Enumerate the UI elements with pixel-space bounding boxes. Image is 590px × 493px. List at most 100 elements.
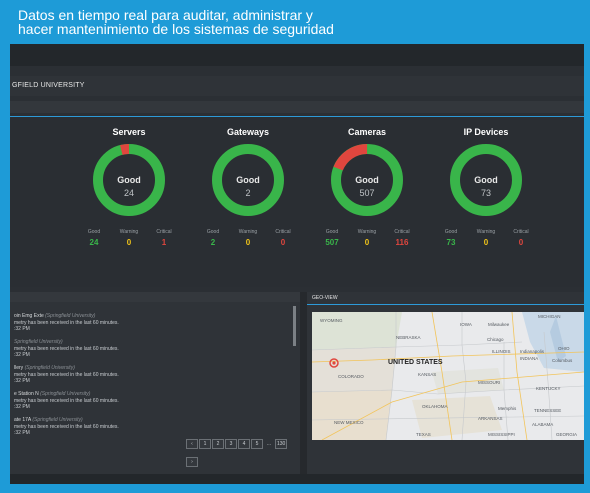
good-count: 507 (325, 238, 339, 247)
gauge-status: Good (117, 175, 141, 185)
alerts-panel: oin Emg Exte (Springfield University) me… (10, 292, 300, 484)
warning-label: Warning (476, 229, 496, 235)
map-label: TEXAS (416, 432, 431, 437)
gauge-total: 2 (245, 188, 251, 198)
warning-count: 0 (364, 238, 370, 247)
map-label: KANSAS (418, 372, 436, 377)
good-count: 2 (210, 238, 216, 247)
us-map: WYOMING IOWA NEBRASKA Chicago ILLINOIS I… (312, 312, 584, 440)
gauge-title: IP Devices (463, 127, 509, 137)
alert-time: :32 PM (14, 430, 30, 436)
alert-title: llery (14, 365, 24, 371)
pagination: ‹ 1 2 3 4 5... 130 › (186, 432, 300, 467)
map-label: COLORADO (338, 374, 364, 379)
gauge-ip-devices[interactable]: IP Devices Good 73 Good Warning Critical… (426, 117, 546, 287)
alert-message: metry has been received in the last 60 m… (14, 319, 119, 326)
alert-message: metry has been received in the last 60 m… (14, 397, 119, 404)
headline-line-1: Datos en tiempo real para auditar, admin… (18, 7, 313, 23)
gauge-servers[interactable]: Servers Good 24 Good Warning Critical 24… (69, 117, 189, 287)
good-label: Good (206, 229, 220, 235)
alert-item[interactable]: oin Emg Exte (Springfield University) me… (14, 313, 284, 333)
alert-message: metry has been received in the last 60 m… (14, 371, 119, 378)
last-page-button[interactable]: 130 (275, 439, 288, 449)
map-label: ARKANSAS (478, 416, 503, 421)
good-count: 73 (446, 238, 456, 247)
dashboard-window: GFIELD UNIVERSITY Servers Good 24 Good W… (10, 44, 584, 484)
status-summary-panel: Servers Good 24 Good Warning Critical 24… (10, 116, 584, 287)
gauge-total: 507 (359, 188, 375, 198)
pagination-ellipsis: ... (266, 441, 272, 447)
page-3-button[interactable]: 3 (225, 439, 237, 449)
map-label: OKLAHOMA (422, 404, 448, 409)
gauge-total: 73 (480, 188, 491, 198)
map-label: NEW MEXICO (334, 420, 364, 425)
critical-count: 116 (395, 238, 409, 247)
map-label: ALABAMA (532, 422, 553, 427)
good-label: Good (444, 229, 458, 235)
critical-label: Critical (513, 229, 529, 235)
alert-source: (Springfield University) (32, 417, 83, 423)
geo-view-title: GEO-VIEW (307, 292, 584, 305)
alerts-scrollbar[interactable] (293, 306, 296, 346)
next-page-button[interactable]: › (186, 457, 198, 467)
gauge-title: Gateways (226, 127, 270, 137)
geo-view-panel: GEO-VIEW WYOMING IOWA NEBRASKA Chicago I… (307, 292, 584, 484)
alert-source: (Springfield University) (24, 365, 75, 371)
warning-count: 0 (245, 238, 251, 247)
site-name-bar[interactable]: GFIELD UNIVERSITY (10, 76, 584, 96)
alert-time: :32 PM (14, 326, 30, 332)
alert-message: metry has been received in the last 60 m… (14, 345, 119, 352)
warning-count: 0 (126, 238, 132, 247)
map-label: MICHIGAN (538, 314, 561, 319)
headline: Datos en tiempo real para auditar, admin… (18, 8, 334, 36)
map-label: WYOMING (320, 318, 343, 323)
page-2-button[interactable]: 2 (212, 439, 224, 449)
gauge-status: Good (355, 175, 379, 185)
alert-title: oin Emg Exte (14, 313, 44, 319)
gauge-cameras[interactable]: Cameras Good 507 Good Warning Critical 5… (307, 117, 427, 287)
alert-source: (Springfield University) (45, 313, 96, 319)
alerts-header (10, 292, 300, 302)
lower-section: oin Emg Exte (Springfield University) me… (10, 292, 584, 484)
page-5-button[interactable]: 5 (251, 439, 263, 449)
top-bar (10, 44, 584, 66)
good-count: 24 (89, 238, 99, 247)
toolbar-strip (10, 101, 584, 113)
map-label: MISSOURI (478, 380, 500, 385)
map-label: ILLINOIS (492, 349, 511, 354)
alert-item[interactable]: e Station N (Springfield University) met… (14, 391, 284, 411)
alert-title: e Station N (14, 391, 39, 397)
alert-time: :32 PM (14, 404, 30, 410)
site-name: GFIELD UNIVERSITY (12, 82, 85, 89)
alert-title: ate 17A (14, 417, 31, 423)
critical-count: 0 (280, 238, 286, 247)
good-label: Good (87, 229, 101, 235)
map-label: NEBRASKA (396, 335, 421, 340)
warning-label: Warning (357, 229, 377, 235)
map-label: Columbus (552, 358, 573, 363)
map-label: GEORGIA (556, 432, 577, 437)
gauge-title: Servers (112, 127, 146, 137)
warning-label: Warning (238, 229, 258, 235)
alert-item[interactable]: Springfield University) metry has been r… (14, 339, 284, 359)
alert-time: :32 PM (14, 352, 30, 358)
map-label: KENTUCKY (536, 386, 561, 391)
map-label: Memphis (498, 406, 517, 411)
map-label: IOWA (460, 322, 472, 327)
gauge-total: 24 (123, 188, 134, 198)
prev-page-button[interactable]: ‹ (186, 439, 198, 449)
map-label: TENNESSEE (534, 408, 561, 413)
warning-count: 0 (483, 238, 489, 247)
critical-count: 0 (518, 238, 524, 247)
gauge-title: Cameras (347, 127, 387, 137)
good-label: Good (325, 229, 339, 235)
map-view[interactable]: WYOMING IOWA NEBRASKA Chicago ILLINOIS I… (312, 312, 584, 440)
gauge-gateways[interactable]: Gateways Good 2 Good Warning Critical 2 … (188, 117, 308, 287)
page-4-button[interactable]: 4 (238, 439, 250, 449)
alert-time: :32 PM (14, 378, 30, 384)
alert-source: (Springfield University) (40, 391, 91, 397)
critical-label: Critical (275, 229, 291, 235)
alert-item[interactable]: llery (Springfield University) metry has… (14, 365, 284, 385)
page-1-button[interactable]: 1 (199, 439, 211, 449)
gauge-status: Good (236, 175, 260, 185)
